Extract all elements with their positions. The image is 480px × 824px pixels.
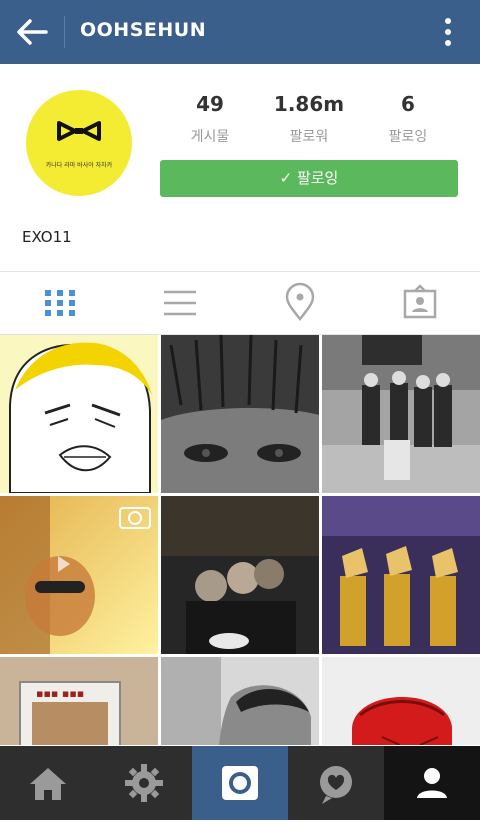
nav-home[interactable] (0, 746, 96, 820)
tab-tagged[interactable] (360, 272, 480, 334)
explore-icon (125, 764, 163, 802)
photo-tile[interactable] (322, 657, 480, 745)
profile-name: EXO11 (22, 228, 72, 246)
photo-grid: ▪▪▪ ▪▪▪ (0, 335, 480, 745)
nav-profile[interactable] (384, 746, 480, 820)
grid-icon (45, 290, 75, 316)
photo-thumbnail (322, 657, 480, 745)
photo-thumbnail (322, 335, 480, 493)
menu-dot-icon (445, 18, 451, 24)
svg-text:▪▪▪ ▪▪▪: ▪▪▪ ▪▪▪ (36, 687, 84, 700)
back-button[interactable] (12, 14, 52, 50)
profile-icon (417, 768, 447, 798)
photo-tile[interactable] (0, 335, 158, 493)
overflow-menu-button[interactable] (436, 14, 460, 50)
menu-dot-icon (445, 29, 451, 35)
list-icon (164, 290, 196, 316)
avatar-caption: 카나다 라마 바사아 자차카 (45, 162, 113, 169)
nav-camera[interactable] (192, 746, 288, 820)
bow-logo-icon (57, 121, 101, 141)
following-label: 팔로잉 (388, 129, 428, 145)
followers-count: 1.86m (273, 92, 345, 116)
header-divider (64, 16, 65, 48)
posts-stat[interactable]: 49 게시물 (155, 92, 265, 146)
posts-count: 49 (196, 92, 224, 116)
photo-thumbnail (161, 335, 319, 493)
profile-tabs (0, 272, 480, 334)
photo-thumbnail (322, 496, 480, 654)
followers-label: 팔로워 (289, 129, 329, 145)
tab-location[interactable] (240, 272, 360, 334)
tagged-icon (403, 284, 437, 319)
back-arrow-icon (17, 19, 48, 45)
activity-icon (320, 766, 352, 804)
location-icon (285, 282, 315, 322)
photo-thumbnail: ▪▪▪ ▪▪▪ (0, 657, 158, 745)
photo-tile[interactable] (322, 335, 480, 493)
nav-explore[interactable] (96, 746, 192, 820)
following-count: 6 (401, 92, 415, 116)
home-icon (30, 768, 66, 800)
following-stat[interactable]: 6 팔로잉 (353, 92, 463, 146)
posts-label: 게시물 (190, 129, 230, 145)
photo-tile[interactable] (161, 335, 319, 493)
photo-tile[interactable] (0, 496, 158, 654)
photo-thumbnail (161, 657, 319, 745)
nav-activity[interactable] (288, 746, 384, 820)
followers-stat[interactable]: 1.86m 팔로워 (254, 92, 364, 146)
tab-grid[interactable] (0, 272, 120, 334)
photo-tile[interactable] (322, 496, 480, 654)
photo-thumbnail (0, 335, 158, 493)
camera-icon (222, 766, 258, 800)
page-title: OOHSEHUN (80, 19, 207, 41)
photo-tile[interactable] (161, 496, 319, 654)
photo-tile[interactable]: ▪▪▪ ▪▪▪ (0, 657, 158, 745)
bottom-nav (0, 746, 480, 820)
photo-tile[interactable] (161, 657, 319, 745)
photo-thumbnail (161, 496, 319, 654)
following-button[interactable]: ✓ 팔로잉 (160, 160, 458, 197)
photo-thumbnail (0, 496, 158, 654)
top-bar: OOHSEHUN (0, 0, 480, 64)
avatar[interactable]: 카나다 라마 바사아 자차카 (26, 90, 132, 196)
menu-dot-icon (445, 40, 451, 46)
tab-list[interactable] (120, 272, 240, 334)
